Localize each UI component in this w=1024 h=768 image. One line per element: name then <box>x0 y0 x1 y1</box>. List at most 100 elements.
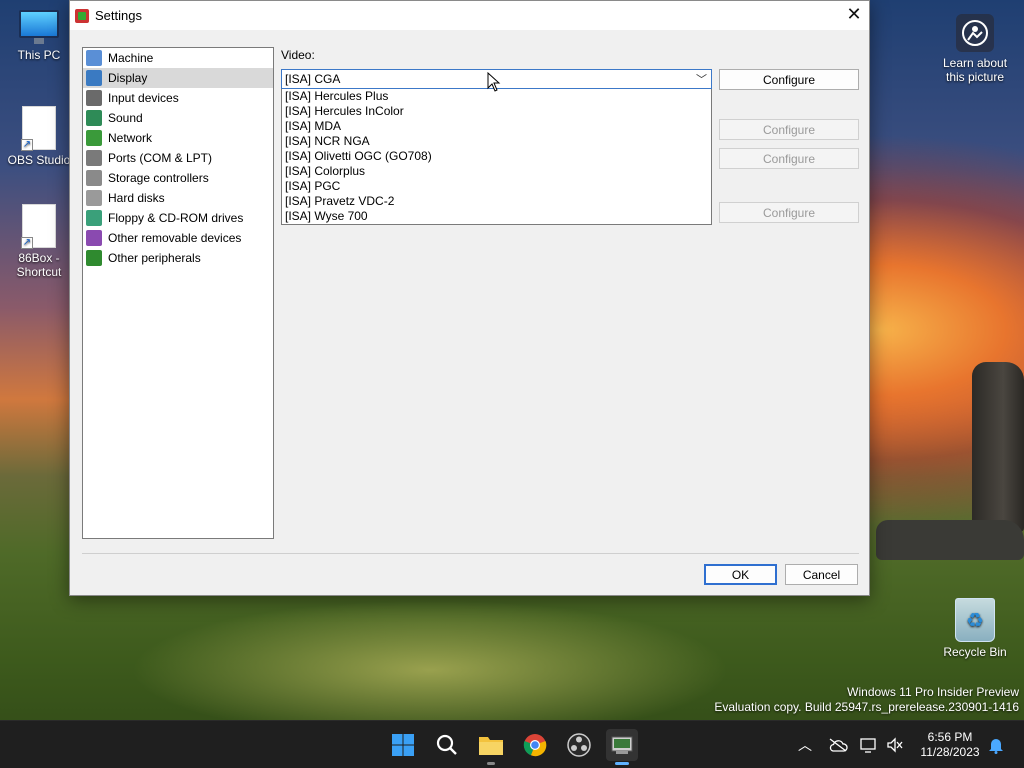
category-item-hard-disks[interactable]: Hard disks <box>83 188 273 208</box>
tray-clock[interactable]: 6:56 PM 11/28/2023 <box>918 730 982 760</box>
taskbar-86box[interactable] <box>606 729 638 765</box>
port-icon <box>86 150 102 166</box>
display-icon <box>86 70 102 86</box>
86box-app-icon <box>75 8 89 23</box>
dialog-separator <box>82 553 859 554</box>
category-item-other-peripherals[interactable]: Other peripherals <box>83 248 273 268</box>
peripheral-icon <box>86 250 102 266</box>
tray-network[interactable] <box>860 721 878 768</box>
wallpaper-stone <box>972 362 1024 532</box>
category-label: Input devices <box>108 91 179 105</box>
monitor-icon <box>19 10 59 44</box>
video-select-value: [ISA] CGA <box>285 72 341 86</box>
dropdown-option[interactable]: [ISA] Colorplus <box>282 164 711 179</box>
desktop-icon-label: Recycle Bin <box>943 645 1007 659</box>
category-label: Other removable devices <box>108 231 242 245</box>
tray-volume[interactable] <box>886 721 904 768</box>
ok-button[interactable]: OK <box>704 564 777 585</box>
category-label: Machine <box>108 51 154 65</box>
taskbar-search-button[interactable] <box>431 729 463 761</box>
folder-icon <box>479 737 503 755</box>
floppy-icon <box>86 210 102 226</box>
cancel-button[interactable]: Cancel <box>785 564 858 585</box>
category-item-sound[interactable]: Sound <box>83 108 273 128</box>
category-list: Machine Display Input devices Sound Netw… <box>82 47 274 539</box>
windows-start-icon <box>392 734 414 756</box>
configure-video-button[interactable]: Configure <box>719 69 859 90</box>
chevron-down-icon: ﹀ <box>696 74 707 86</box>
windows-watermark: Windows 11 Pro Insider Preview Evaluatio… <box>714 685 1019 715</box>
clock-time: 6:56 PM <box>927 730 973 744</box>
close-button[interactable]: ✕ <box>839 1 869 30</box>
dropdown-option[interactable]: [ISA] Pravetz VDC-2 <box>282 194 711 209</box>
desktop-icon-this-pc[interactable]: This PC <box>1 10 77 62</box>
taskbar-obs-studio[interactable] <box>563 729 595 761</box>
tray-onedrive[interactable] <box>828 721 848 768</box>
network-icon <box>86 130 102 146</box>
search-icon <box>436 734 457 755</box>
video-dropdown-list: [ISA] Hercules Plus [ISA] Hercules InCol… <box>281 89 712 225</box>
category-label: Network <box>108 131 153 145</box>
category-item-input-devices[interactable]: Input devices <box>83 88 273 108</box>
watermark-line-1: Windows 11 Pro Insider Preview <box>847 685 1019 699</box>
configure-button-2[interactable]: Configure <box>719 119 859 140</box>
dialog-titlebar[interactable]: Settings ✕ <box>70 1 869 30</box>
category-label: Display <box>108 71 148 85</box>
hard-disk-icon <box>86 190 102 206</box>
cloud-offline-icon <box>829 738 848 752</box>
category-label: Ports (COM & LPT) <box>108 151 213 165</box>
category-item-other-removable[interactable]: Other removable devices <box>83 228 273 248</box>
category-item-machine[interactable]: Machine <box>83 48 273 68</box>
taskbar: ︿ 6:56 PM 11/28/2023 <box>0 720 1024 768</box>
category-item-display[interactable]: Display <box>83 68 273 88</box>
tray-overflow-button[interactable]: ︿ <box>798 721 812 768</box>
86box-icon <box>611 736 633 754</box>
camera-info-icon <box>956 14 994 52</box>
chevron-up-icon: ︿ <box>798 737 812 753</box>
taskbar-file-explorer[interactable] <box>475 729 507 765</box>
file-shortcut-icon: ↗ <box>21 106 56 151</box>
desktop-icon-label: This PC <box>17 48 61 62</box>
dropdown-option[interactable]: [ISA] NCR NGA <box>282 134 711 149</box>
dropdown-option[interactable]: [ISA] Olivetti OGC (GO708) <box>282 149 711 164</box>
category-label: Storage controllers <box>108 171 209 185</box>
desktop-icon-learn-about-picture[interactable]: Learn about this picture <box>936 14 1014 84</box>
category-label: Other peripherals <box>108 251 201 265</box>
removable-device-icon <box>86 230 102 246</box>
dropdown-option[interactable]: [ISA] Hercules InColor <box>282 104 711 119</box>
desktop-icon-label: OBS Studio <box>7 153 71 167</box>
bell-icon <box>989 739 1003 754</box>
file-shortcut-icon: ↗ <box>21 204 56 249</box>
category-item-network[interactable]: Network <box>83 128 273 148</box>
speaker-icon <box>86 110 102 126</box>
desktop-icon-label: 86Box - Shortcut <box>16 251 62 279</box>
category-label: Floppy & CD-ROM drives <box>108 211 244 225</box>
close-icon: ✕ <box>846 4 862 24</box>
chrome-icon <box>523 734 547 757</box>
configure-button-3[interactable]: Configure <box>719 148 859 169</box>
category-item-floppy-cdrom[interactable]: Floppy & CD-ROM drives <box>83 208 273 228</box>
desktop-icon-recycle-bin[interactable]: ♻ Recycle Bin <box>936 598 1014 659</box>
category-item-storage-controllers[interactable]: Storage controllers <box>83 168 273 188</box>
dropdown-option[interactable]: [ISA] Wyse 700 <box>282 209 711 224</box>
mouse-cursor-icon <box>487 72 501 92</box>
settings-dialog: Settings ✕ Machine Display Input devices… <box>69 0 870 596</box>
speaker-muted-icon <box>887 737 903 753</box>
storage-controller-icon <box>86 170 102 186</box>
category-item-ports[interactable]: Ports (COM & LPT) <box>83 148 273 168</box>
taskbar-chrome[interactable] <box>519 729 551 761</box>
tray-notifications[interactable] <box>988 721 1004 768</box>
dropdown-option[interactable]: [ISA] MDA <box>282 119 711 134</box>
clock-date: 11/28/2023 <box>920 745 980 759</box>
obs-icon <box>567 733 591 757</box>
wallpaper-glow <box>130 600 730 740</box>
desktop-icon-obs-studio[interactable]: ↗ OBS Studio <box>1 106 77 167</box>
taskbar-start-button[interactable] <box>387 729 419 761</box>
dropdown-option[interactable]: [ISA] PGC <box>282 179 711 194</box>
desktop-icon-86box-shortcut[interactable]: ↗ 86Box - Shortcut <box>1 204 77 279</box>
video-label: Video: <box>281 48 315 62</box>
network-monitor-icon <box>860 738 876 753</box>
category-label: Sound <box>108 111 143 125</box>
wallpaper-stone-lintel <box>876 520 1024 560</box>
configure-button-4[interactable]: Configure <box>719 202 859 223</box>
